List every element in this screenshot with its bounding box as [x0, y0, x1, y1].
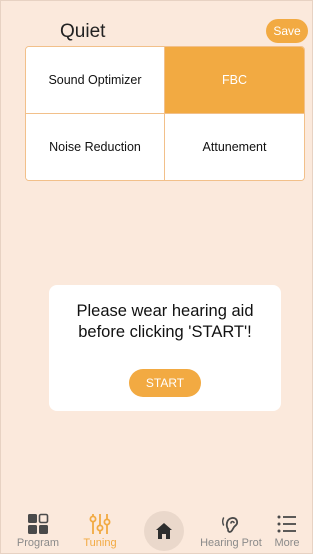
noise-reduction-option[interactable]: Noise Reduction [26, 113, 165, 180]
program-title: Quiet [60, 21, 106, 42]
fbc-option[interactable]: FBC [165, 47, 304, 114]
start-button[interactable]: START [129, 369, 201, 397]
tuning-sliders-icon [89, 514, 111, 534]
wear-hearing-aid-dialog: Please wear hearing aid before clicking … [49, 285, 281, 411]
nav-item-program[interactable]: Program [7, 509, 69, 553]
nav-label-hearing-protection: Hearing Prot [200, 537, 262, 549]
bottom-navigation: Program Tuning Hearing Prot More [1, 509, 312, 553]
program-grid-icon [28, 513, 49, 534]
nav-label-program: Program [16, 537, 60, 549]
menu-list-icon [277, 515, 296, 533]
header: Quiet Save [1, 1, 312, 47]
save-button[interactable]: Save [266, 19, 308, 43]
dialog-message: Please wear hearing aid before clicking … [49, 301, 281, 343]
dialog-message-line-1: Please wear hearing aid [76, 302, 254, 320]
home-button[interactable] [144, 511, 184, 551]
nav-label-more: More [274, 537, 300, 549]
sound-optimizer-option[interactable]: Sound Optimizer [26, 47, 165, 114]
tuning-options-grid: Sound Optimizer FBC Noise Reduction Attu… [25, 46, 305, 181]
dialog-message-line-2: before clicking 'START'! [78, 323, 252, 341]
nav-item-hearing-protection[interactable]: Hearing Prot [196, 509, 266, 553]
nav-label-tuning: Tuning [83, 537, 117, 549]
app-screen: Quiet Save Sound Optimizer FBC Noise Red… [0, 0, 313, 554]
nav-item-more[interactable]: More [263, 509, 311, 553]
home-icon [156, 523, 172, 539]
ear-icon [222, 517, 239, 533]
attunement-option[interactable]: Attunement [165, 113, 304, 180]
nav-item-tuning[interactable]: Tuning [69, 509, 131, 553]
